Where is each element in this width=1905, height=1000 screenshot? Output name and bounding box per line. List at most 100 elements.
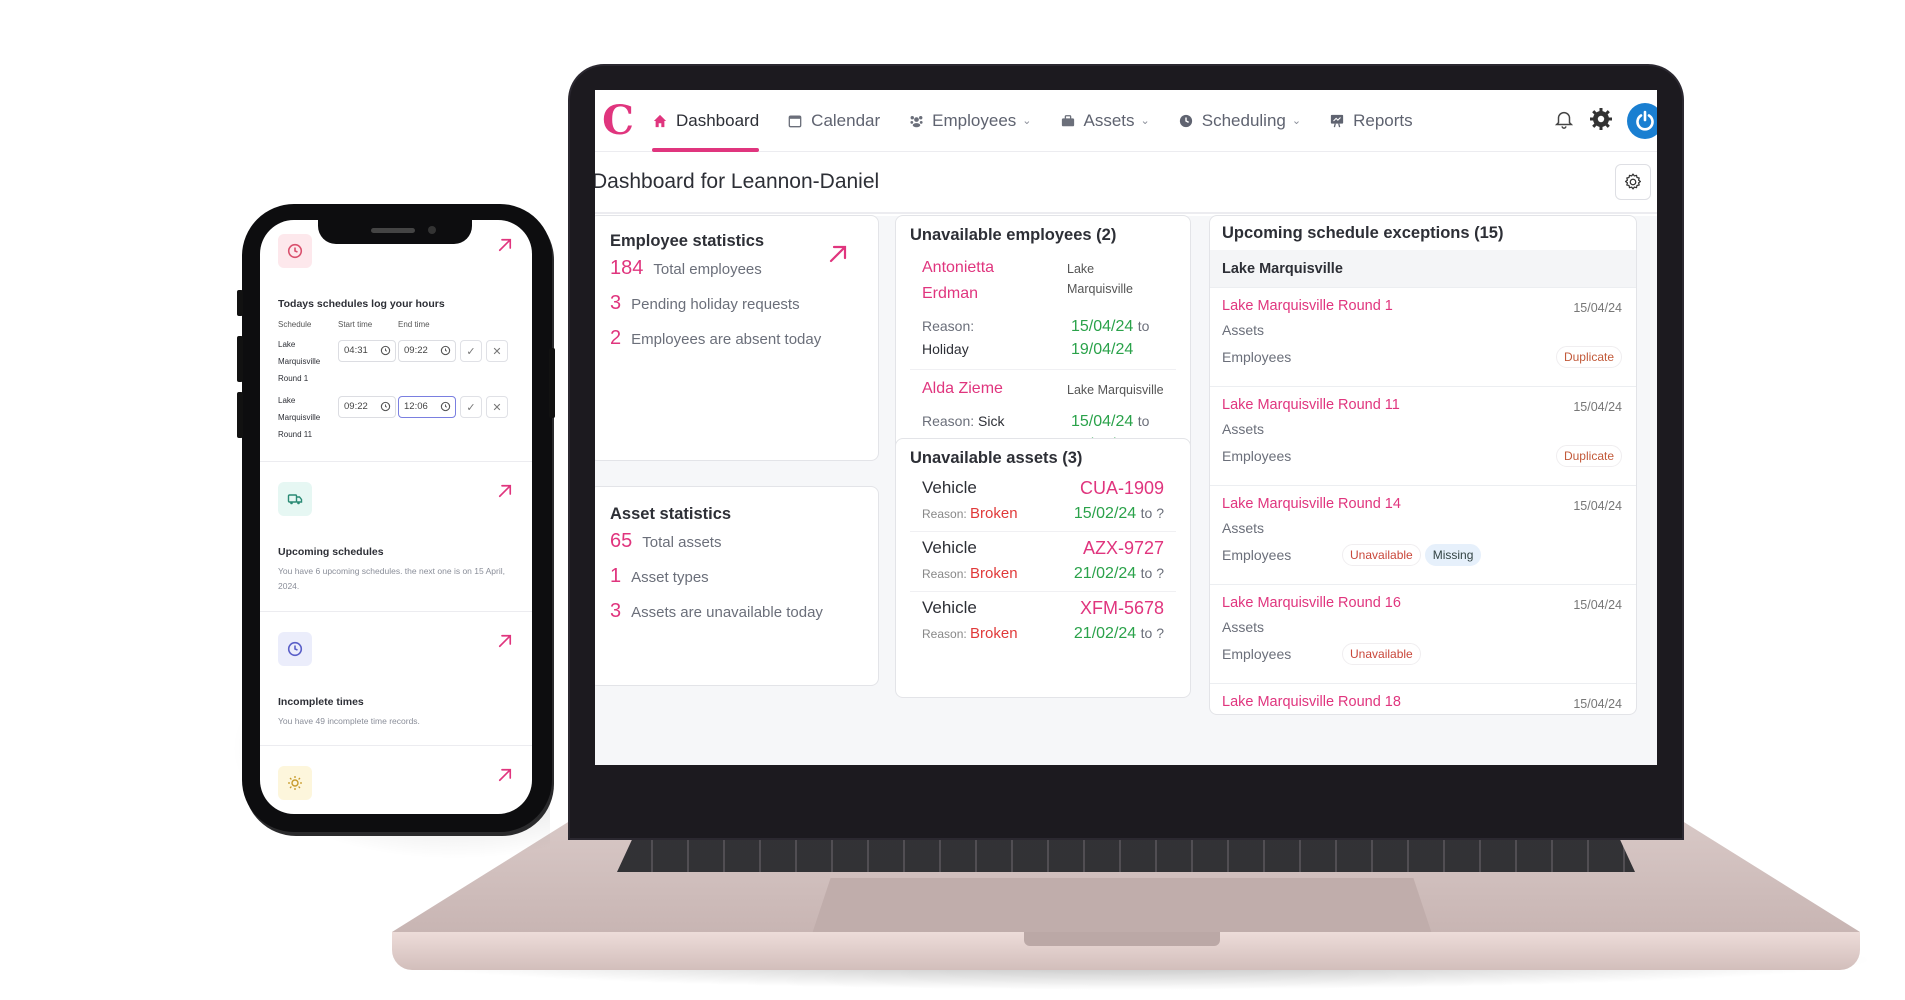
- exception-schedule-name[interactable]: Lake Marquisville Round 18: [1222, 694, 1624, 710]
- nav-calendar[interactable]: Calendar: [773, 90, 894, 152]
- exception-date: 15/04/24: [1573, 499, 1622, 513]
- stat-label: Assets are unavailable today: [631, 604, 823, 621]
- chevron-down-icon: ⌄: [1291, 115, 1302, 127]
- card-title: Incomplete times: [278, 696, 364, 708]
- status-badge: Unavailable: [1342, 643, 1421, 665]
- exception-date: 15/04/24: [1573, 697, 1622, 711]
- gear-icon[interactable]: [1589, 107, 1613, 136]
- list-item[interactable]: Vehicle AZX-9727 Reason: Broken 21/02/24…: [910, 532, 1176, 592]
- dashboard-settings-button[interactable]: [1615, 164, 1651, 200]
- check-icon: ✓: [466, 401, 476, 414]
- nav-scheduling[interactable]: Scheduling ⌄: [1164, 90, 1315, 152]
- reason-label: Reason:: [922, 507, 967, 521]
- exception-item[interactable]: Lake Marquisville Round 1 15/04/24 Assets E…: [1210, 288, 1636, 387]
- confirm-button[interactable]: ✓: [460, 396, 482, 418]
- nav-label: Reports: [1353, 110, 1413, 130]
- sun-icon: [278, 766, 312, 800]
- phone-side-button: [237, 290, 243, 316]
- cancel-button[interactable]: ✕: [486, 340, 508, 362]
- employee-location: Lake Marquisville: [1067, 383, 1164, 397]
- status-badge: Unavailable: [1342, 544, 1421, 566]
- asset-plate[interactable]: XFM-5678: [1074, 598, 1164, 619]
- cancel-button[interactable]: ✕: [486, 396, 508, 418]
- row-label: Employees: [1222, 349, 1292, 365]
- app-logo[interactable]: C: [598, 100, 638, 141]
- arrow-up-right-icon[interactable]: [496, 482, 514, 500]
- list-item[interactable]: Antonietta Erdman Lake Marquisville Reas…: [910, 249, 1176, 370]
- exception-assets-row: Assets: [1222, 619, 1265, 635]
- row-label: Employees: [1222, 448, 1292, 464]
- asset-plate[interactable]: AZX-9727: [1074, 538, 1164, 559]
- nav-reports[interactable]: Reports: [1315, 90, 1427, 152]
- clock-icon: [278, 234, 312, 268]
- start-time-input[interactable]: 09:22: [338, 396, 396, 418]
- stat-value: 184: [610, 257, 644, 279]
- exception-date: 15/04/24: [1573, 400, 1622, 414]
- employee-name[interactable]: Antonietta Erdman: [922, 255, 1042, 307]
- date-to: 19/04/24: [1071, 341, 1134, 358]
- stat-row: 2 Employees are absent today: [610, 327, 858, 350]
- row-label: Employees: [1222, 646, 1292, 662]
- laptop-base: [392, 822, 1860, 972]
- asset-type: Vehicle: [922, 598, 977, 617]
- bell-icon[interactable]: [1553, 108, 1575, 135]
- page-title: Dashboard for Leannon-Daniel: [595, 170, 880, 193]
- upcoming-schedules-card[interactable]: Upcoming schedules You have 6 upcoming s…: [260, 462, 532, 612]
- asset-type: Vehicle: [922, 478, 977, 497]
- nav-label: Assets: [1083, 110, 1135, 130]
- nav-label: Employees: [932, 110, 1017, 130]
- end-time-input[interactable]: 09:22: [398, 340, 456, 362]
- asset-reason: Reason: Broken: [922, 505, 1074, 523]
- exception-schedule-name[interactable]: Lake Marquisville Round 11: [1222, 397, 1624, 413]
- list-item[interactable]: Vehicle CUA-1909 Reason: Broken 15/02/24…: [910, 472, 1176, 532]
- asset-statistics-card[interactable]: Asset statistics 65 Total assets 1 Asset…: [595, 486, 879, 686]
- start-time-input[interactable]: 04:31: [338, 340, 396, 362]
- employee-statistics-card[interactable]: Employee statistics 184 Total employees …: [595, 215, 879, 461]
- nav-assets[interactable]: Assets ⌄: [1046, 90, 1164, 152]
- unavailable-employees-card: Unavailable employees (2) Antonietta Erd…: [895, 215, 1191, 461]
- nav-dashboard[interactable]: Dashboard: [638, 90, 773, 152]
- close-icon: ✕: [492, 345, 502, 358]
- badge-group: Unavailable Missing: [1342, 544, 1482, 566]
- stat-label: Total employees: [653, 261, 762, 278]
- calendar-icon: [787, 113, 803, 129]
- employee-name[interactable]: Alda Zieme: [922, 376, 1067, 402]
- holiday-card[interactable]: [260, 746, 532, 814]
- status-badge: Missing: [1424, 544, 1482, 566]
- badge-group: Duplicate: [1555, 346, 1622, 368]
- arrow-up-right-icon[interactable]: [496, 766, 514, 784]
- arrow-up-right-icon[interactable]: [826, 242, 850, 266]
- exception-item[interactable]: Lake Marquisville Round 1815/04/24Assets…: [1210, 684, 1636, 714]
- power-icon[interactable]: [1627, 103, 1657, 139]
- confirm-button[interactable]: ✓: [460, 340, 482, 362]
- reason-value: Broken: [970, 505, 1018, 522]
- arrow-up-right-icon[interactable]: [496, 632, 514, 650]
- date-to: to ?: [1140, 505, 1164, 521]
- list-item[interactable]: Vehicle XFM-5678 Reason: Broken 21/02/24…: [910, 592, 1176, 651]
- end-time-input[interactable]: 12:06: [398, 396, 456, 418]
- clock-icon: [440, 401, 451, 412]
- badge-group: Duplicate: [1555, 445, 1622, 467]
- exception-item[interactable]: Lake Marquisville Round 14 15/04/24 Assets…: [1210, 486, 1636, 585]
- asset-dates: 21/02/24 to ?: [1074, 625, 1164, 643]
- exception-employees-row: Employees Unavailable: [1222, 643, 1624, 665]
- reason-value: Holiday: [922, 341, 969, 357]
- incomplete-times-card[interactable]: Incomplete times You have 49 incomplete …: [260, 612, 532, 746]
- exception-schedule-name[interactable]: Lake Marquisville Round 14: [1222, 496, 1624, 512]
- stat-label: Pending holiday requests: [631, 296, 800, 313]
- stat-row: 3 Pending holiday requests: [610, 292, 858, 315]
- card-description: You have 49 incomplete time records.: [278, 716, 420, 726]
- table-header: Schedule Start time End time: [278, 320, 518, 336]
- arrow-up-right-icon[interactable]: [496, 236, 514, 254]
- stat-value: 3: [610, 292, 622, 314]
- stat-value: 1: [610, 565, 622, 587]
- asset-plate[interactable]: CUA-1909: [1074, 478, 1164, 499]
- nav-employees[interactable]: Employees ⌄: [894, 90, 1045, 152]
- phone-volume-down: [237, 392, 243, 438]
- clock-icon: [1178, 113, 1194, 129]
- exception-schedule-name[interactable]: Lake Marquisville Round 1: [1222, 298, 1624, 314]
- exception-item[interactable]: Lake Marquisville Round 11 15/04/24 Assets…: [1210, 387, 1636, 486]
- exception-schedule-name[interactable]: Lake Marquisville Round 16: [1222, 595, 1624, 611]
- device-mockup-stage: C Dashboard Calendar Employees ⌄ Assets …: [0, 0, 1905, 1000]
- exception-item[interactable]: Lake Marquisville Round 16 15/04/24 Assets…: [1210, 585, 1636, 684]
